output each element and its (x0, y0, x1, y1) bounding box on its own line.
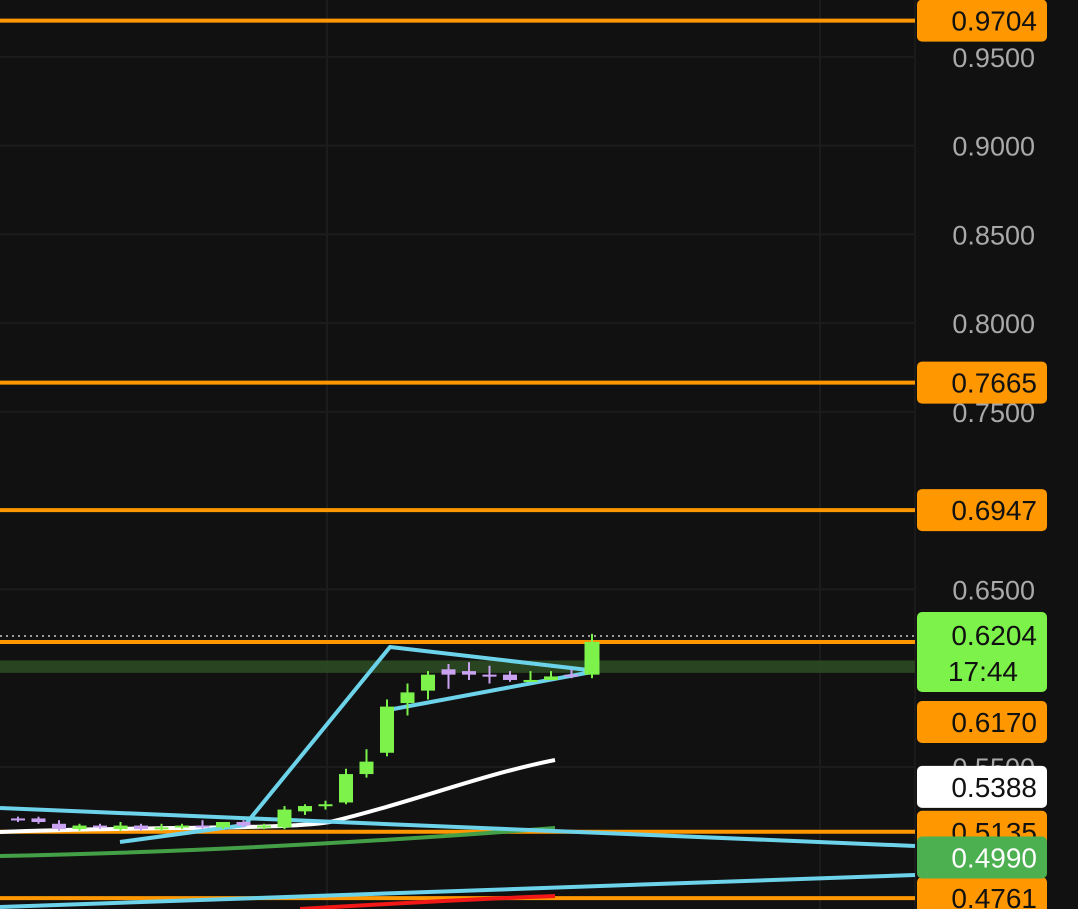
candle-body (216, 822, 230, 828)
level-tag: 0.4761 (951, 883, 1037, 909)
candle-body (154, 827, 169, 830)
candle-body (503, 674, 517, 680)
candle-countdown: 17:44 (948, 656, 1018, 687)
candle-body (236, 822, 251, 826)
candle-body (52, 823, 66, 830)
candle (380, 699, 394, 757)
level-tag: 0.6170 (951, 707, 1037, 738)
candle-body (544, 676, 558, 680)
candle (339, 768, 353, 805)
candle-body (175, 825, 189, 828)
candle-body (113, 825, 128, 830)
candle-body (134, 825, 148, 830)
y-tick-label: 0.8000 (952, 309, 1035, 339)
y-tick-label: 0.6500 (952, 575, 1035, 605)
candle-body (72, 825, 87, 830)
candle-body (298, 806, 312, 812)
price-chart[interactable]: 0.95000.90000.85000.80000.75000.65000.55… (0, 0, 1078, 909)
consolidation-zone (0, 660, 915, 673)
candle-body (421, 674, 435, 691)
candle-body (257, 825, 271, 828)
y-tick-label: 0.8500 (952, 220, 1035, 250)
y-tick-label: 0.9000 (952, 132, 1035, 162)
candle-body (400, 692, 415, 704)
ma-tag: 0.5388 (951, 772, 1037, 803)
candle-body (482, 674, 497, 677)
level-tag: 0.7665 (951, 368, 1037, 399)
y-tick-label: 0.9500 (952, 43, 1035, 73)
candle-body (564, 674, 579, 677)
current-price-label: 0.6204 (951, 620, 1037, 651)
candle-body (359, 761, 374, 775)
level-tag: 0.6947 (951, 495, 1037, 526)
ma-tag: 0.4990 (951, 843, 1037, 874)
candle-body (339, 774, 353, 803)
candle-body (523, 679, 538, 682)
candle-body (462, 671, 476, 675)
candle-body (318, 804, 333, 807)
candle-body (277, 809, 292, 828)
chart-background (0, 0, 1078, 909)
candle-body (584, 641, 600, 675)
candle-body (11, 818, 25, 821)
candle-body (31, 818, 46, 823)
zone-band (0, 660, 915, 673)
candle-body (195, 825, 210, 828)
candle-body (93, 825, 107, 828)
candle-body (380, 706, 394, 753)
level-tag: 0.9704 (951, 6, 1037, 37)
candle-body (441, 669, 456, 675)
